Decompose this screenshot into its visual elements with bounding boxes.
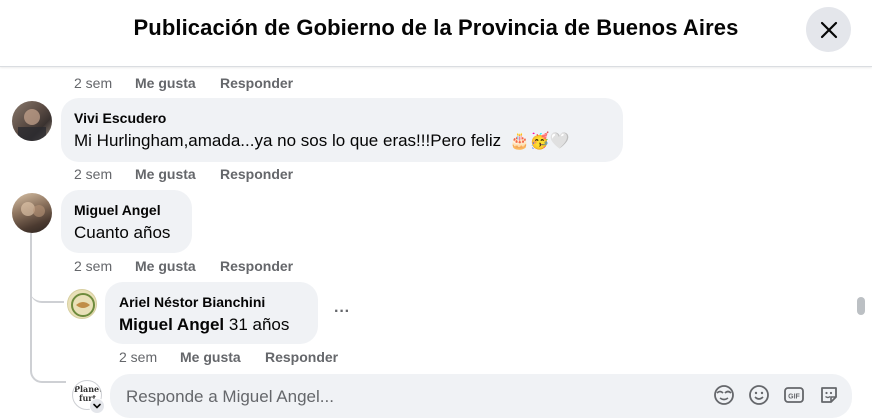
comment-meta: 2 sem Me gusta Responder (74, 165, 374, 183)
reply-link[interactable]: Responder (220, 257, 293, 275)
reply-input[interactable] (124, 385, 598, 409)
avatar-image (18, 109, 46, 141)
thread-line-reply (30, 282, 64, 303)
gif-icon[interactable]: GIF (783, 384, 805, 406)
comment-text: Miguel Angel 31 años (119, 315, 289, 335)
comment-timestamp[interactable]: 2 sem (119, 348, 157, 366)
avatar[interactable] (12, 101, 52, 141)
comment-text: Mi Hurlingham,amada...ya no sos lo que e… (74, 131, 570, 151)
reply-bubble: Ariel Néstor Bianchini Miguel Angel 31 a… (105, 282, 318, 344)
avatar-image (21, 202, 45, 217)
reply-composer: GIF (110, 374, 852, 418)
comment-bubble: Miguel Angel Cuanto años (61, 190, 192, 253)
chevron-down-icon (93, 403, 101, 409)
comment-text: Cuanto años (74, 223, 171, 242)
partying-face-emoji: 🥳 (529, 133, 550, 150)
birthday-cake-emoji: 🎂 (509, 133, 530, 150)
comment-text-body: 31 años (228, 315, 290, 334)
comment-author[interactable]: Ariel Néstor Bianchini (119, 294, 265, 310)
comment-author[interactable]: Vivi Escudero (74, 110, 166, 126)
reply-link[interactable]: Responder (265, 348, 338, 366)
more-options-icon: ··· (334, 303, 350, 320)
comment-author[interactable]: Miguel Angel (74, 202, 161, 218)
svg-text:GIF: GIF (788, 394, 800, 401)
like-link[interactable]: Me gusta (180, 348, 241, 366)
emoji-icon[interactable] (748, 384, 770, 406)
like-link[interactable]: Me gusta (135, 74, 196, 92)
reply-link[interactable]: Responder (220, 74, 293, 92)
close-icon (820, 21, 837, 38)
avatar-image (71, 293, 95, 317)
comment-timestamp[interactable]: 2 sem (74, 165, 112, 183)
reply-link[interactable]: Responder (220, 165, 293, 183)
mention-link[interactable]: Miguel Angel (119, 315, 224, 334)
dialog-title: Publicación de Gobierno de la Provincia … (133, 15, 739, 40)
comment-text-body: Mi Hurlingham,amada...ya no sos lo que e… (74, 131, 502, 150)
avatar[interactable] (12, 193, 52, 233)
white-heart-emoji: 🤍 (549, 133, 570, 150)
comment-meta: 2 sem Me gusta Responder (74, 257, 374, 275)
scrollbar-thumb[interactable] (857, 297, 865, 315)
thread-line (30, 233, 66, 383)
like-link[interactable]: Me gusta (135, 257, 196, 275)
sticker-icon[interactable] (818, 384, 840, 406)
comment-meta: 2 sem Me gusta Responder (74, 74, 374, 92)
avatar-emoji-icon[interactable] (713, 384, 735, 406)
comment-bubble: Vivi Escudero Mi Hurlingham,amada...ya n… (61, 98, 623, 162)
close-button[interactable] (806, 7, 851, 52)
comment-timestamp[interactable]: 2 sem (74, 257, 112, 275)
avatar[interactable] (67, 289, 97, 319)
like-link[interactable]: Me gusta (135, 165, 196, 183)
comment-timestamp[interactable]: 2 sem (74, 74, 112, 92)
comment-meta: 2 sem Me gusta Responder (119, 348, 419, 366)
dialog-header: Publicación de Gobierno de la Provincia … (0, 0, 872, 67)
more-options-button[interactable]: ··· (330, 300, 354, 324)
